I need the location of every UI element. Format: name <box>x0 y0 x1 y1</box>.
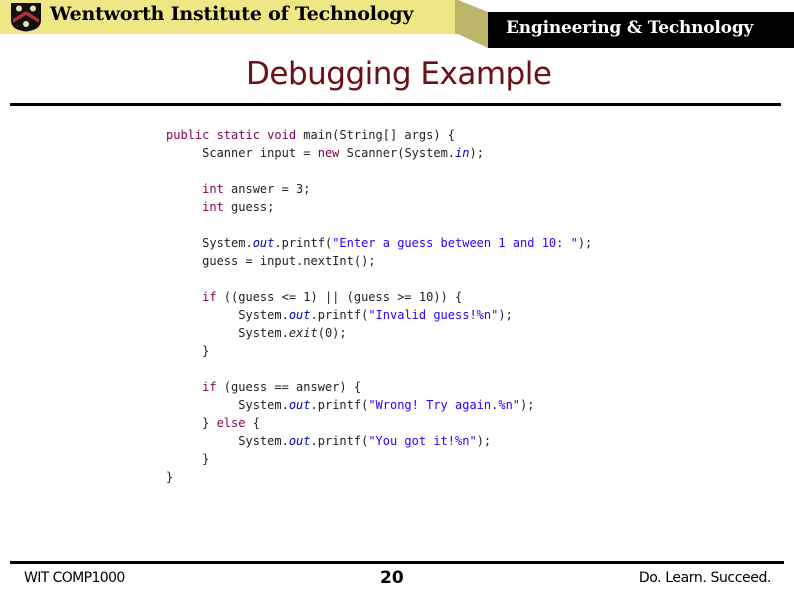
department-name: Engineering & Technology <box>506 18 754 38</box>
code-token: .printf( <box>310 308 369 322</box>
code-token: } <box>166 452 210 466</box>
code-line: } <box>166 342 592 360</box>
code-line: System.out.printf("You got it!%n"); <box>166 432 592 450</box>
code-token: guess; <box>223 200 275 214</box>
code-line: } <box>166 450 592 468</box>
code-line: if (guess == answer) { <box>166 378 592 396</box>
code-token: else <box>216 416 246 430</box>
code-token: int <box>202 182 224 196</box>
code-line: int answer = 3; <box>166 180 592 198</box>
code-line: guess = input.nextInt(); <box>166 252 592 270</box>
code-token: Scanner <box>166 146 260 160</box>
code-token: ); <box>577 236 593 250</box>
code-token: } <box>166 470 174 484</box>
code-token: "Wrong! Try again.%n" <box>368 398 521 412</box>
code-line: System.out.printf("Wrong! Try again.%n")… <box>166 396 592 414</box>
footer-divider <box>10 561 784 564</box>
code-line: System.out.printf("Enter a guess between… <box>166 234 592 252</box>
code-token: in <box>455 146 470 160</box>
code-token: ); <box>498 308 513 322</box>
code-token: System. <box>166 434 289 448</box>
code-line: int guess; <box>166 198 592 216</box>
code-line: System.out.printf("Invalid guess!%n"); <box>166 306 592 324</box>
code-line: } else { <box>166 414 592 432</box>
code-token: } <box>166 416 217 430</box>
crest-shield-icon <box>11 3 41 32</box>
code-line: Scanner input = new Scanner(System.in); <box>166 144 592 162</box>
code-line: System.exit(0); <box>166 324 592 342</box>
code-token: System. <box>166 236 253 250</box>
course-label: WIT COMP1000 <box>24 570 125 586</box>
code-token: ((guess <= 1) || (guess >= 10)) { <box>216 290 463 304</box>
code-token: guess = input.nextInt(); <box>166 254 376 268</box>
code-token: (guess == answer) { <box>216 380 362 394</box>
code-line: if ((guess <= 1) || (guess >= 10)) { <box>166 288 592 306</box>
code-token: if <box>202 290 217 304</box>
code-block: public static void main(String[] args) {… <box>166 126 592 486</box>
code-token: input <box>259 146 297 160</box>
code-token: "Invalid guess!%n" <box>368 308 499 322</box>
code-token: } <box>166 344 210 358</box>
code-line: public static void main(String[] args) { <box>166 126 592 144</box>
slide-title: Debugging Example <box>246 56 552 92</box>
code-token: public static void <box>166 128 304 142</box>
institution-name: Wentworth Institute of Technology <box>50 3 414 25</box>
page-number: 20 <box>380 568 404 588</box>
code-token: if <box>202 380 217 394</box>
banner-fold <box>458 0 488 48</box>
code-token: "Enter a guess between 1 and 10: " <box>332 236 578 250</box>
code-token: .printf( <box>274 236 333 250</box>
code-token: (0); <box>317 326 347 340</box>
code-line: } <box>166 468 592 486</box>
code-token: Scanner(System. <box>339 146 456 160</box>
code-token: answer = 3; <box>223 182 311 196</box>
title-divider <box>10 103 781 106</box>
code-token: out <box>288 308 311 322</box>
code-token: ); <box>520 398 535 412</box>
motto: Do. Learn. Succeed. <box>638 570 772 586</box>
code-token: System. <box>166 326 289 340</box>
code-token: int <box>202 200 224 214</box>
code-token: exit <box>288 326 318 340</box>
code-token: main(String[] args) { <box>303 128 455 142</box>
code-token: out <box>288 434 311 448</box>
code-token: System. <box>166 308 289 322</box>
code-token: new <box>317 146 340 160</box>
code-token: .printf( <box>310 434 369 448</box>
code-token: out <box>288 398 311 412</box>
code-token: out <box>252 236 275 250</box>
code-token: { <box>245 416 260 430</box>
code-token: ); <box>469 146 484 160</box>
code-token: .printf( <box>310 398 369 412</box>
code-token: "You got it!%n" <box>368 434 477 448</box>
code-token: = <box>296 146 318 160</box>
code-token: System. <box>166 398 289 412</box>
code-token: ); <box>476 434 492 448</box>
